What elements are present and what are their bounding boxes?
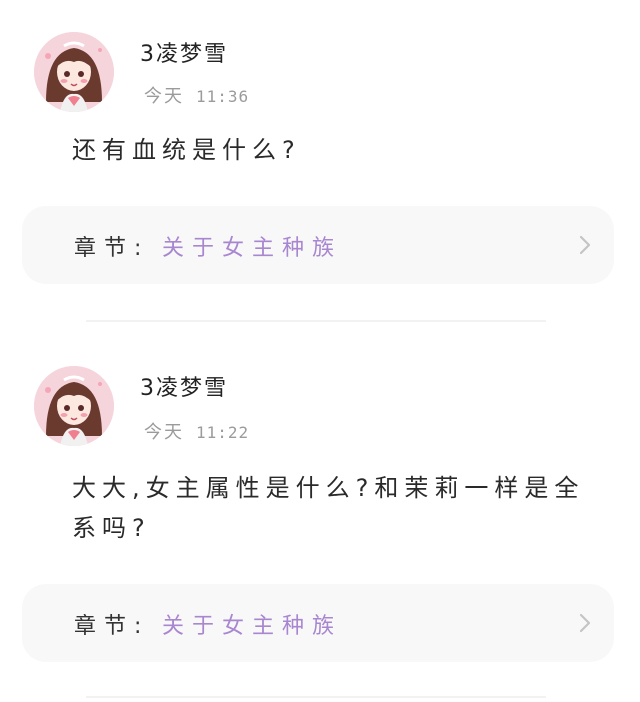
- anime-girl-avatar-icon: [34, 32, 114, 112]
- chapter-link[interactable]: 章节: 关于女主种族: [22, 206, 614, 284]
- time-value: 11:22: [196, 423, 250, 442]
- anime-girl-avatar-icon: [34, 366, 114, 446]
- comment-text: 还有血统是什么?: [72, 136, 301, 164]
- date-label: 今天: [144, 86, 184, 107]
- chapter-label: 章节:: [74, 614, 150, 639]
- divider: [86, 320, 546, 322]
- avatar[interactable]: [34, 366, 114, 446]
- comment-text: 大大,女主属性是什么?和茉莉一样是全系吗?: [72, 474, 585, 542]
- time-value: 11:36: [196, 87, 250, 106]
- chevron-right-icon: [579, 235, 591, 255]
- username[interactable]: 3凌梦雪: [140, 370, 228, 402]
- chapter-label: 章节:: [74, 236, 150, 261]
- chapter-name: 关于女主种族: [162, 236, 343, 261]
- chevron-right-icon: [579, 613, 591, 633]
- timestamp: 今天 11:22: [144, 418, 249, 444]
- chapter-name: 关于女主种族: [162, 614, 343, 639]
- username[interactable]: 3凌梦雪: [140, 36, 228, 68]
- avatar[interactable]: [34, 32, 114, 112]
- chapter-link[interactable]: 章节: 关于女主种族: [22, 584, 614, 662]
- date-label: 今天: [144, 422, 184, 443]
- timestamp: 今天 11:36: [144, 82, 249, 108]
- divider: [86, 696, 546, 698]
